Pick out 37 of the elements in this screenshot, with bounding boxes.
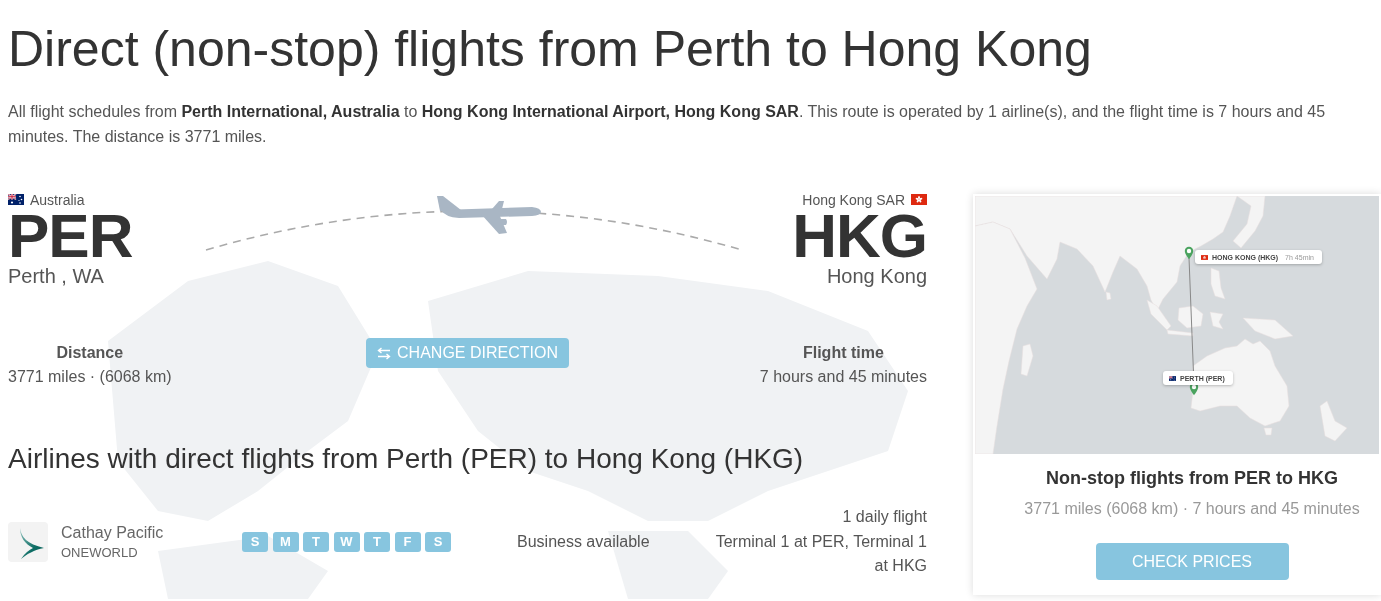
weekday-badge: T bbox=[303, 531, 329, 552]
country-name: Australia bbox=[30, 191, 85, 208]
stat-label: Distance bbox=[56, 343, 124, 363]
weekday-badge: S bbox=[242, 531, 268, 552]
change-direction-button[interactable]: CHANGE DIRECTION bbox=[366, 338, 569, 368]
flight-frequency: 1 daily flight bbox=[842, 507, 927, 527]
weekday-badge: S bbox=[425, 531, 451, 552]
airport-code: HKG bbox=[792, 208, 927, 264]
alliance-name: ONEWORLD bbox=[61, 543, 139, 562]
map-pin-icon[interactable] bbox=[1184, 246, 1194, 260]
cabin-info: Business available bbox=[517, 531, 650, 552]
weekday-badge: F bbox=[394, 531, 421, 552]
weekday-badge: W bbox=[333, 531, 360, 552]
flag-icon bbox=[8, 194, 24, 205]
stat-label: Flight time bbox=[802, 343, 884, 363]
airline-name: Cathay Pacific bbox=[61, 522, 164, 543]
city-name: Hong Kong bbox=[826, 264, 927, 288]
flag-icon bbox=[1201, 254, 1208, 260]
flag-icon bbox=[1169, 375, 1176, 381]
country-name: Hong Kong SAR bbox=[802, 191, 905, 208]
card-subtitle: 3771 miles (6068 km) · 7 hours and 45 minutes bbox=[1024, 499, 1360, 519]
weekday-badge: T bbox=[364, 531, 390, 552]
flag-icon bbox=[911, 194, 927, 205]
airport-code: PER bbox=[8, 208, 133, 264]
intro-paragraph: All flight schedules from Perth International, Australia to Hong Kong International Airport, Hong Kong SAR. This route is operated by 1 airline(s), and the flight time is 7 hours and 45 minutes. The distance is 3771 miles. bbox=[8, 102, 1327, 147]
stat-value: 3771 miles · (6068 km) bbox=[8, 367, 172, 387]
city-name: Perth , WA bbox=[8, 264, 104, 288]
section-heading: Airlines with direct flights from Perth (PER) to Hong Kong (HKG) bbox=[8, 443, 805, 475]
stat-value: 7 hours and 45 minutes bbox=[759, 367, 927, 387]
airplane-icon bbox=[437, 193, 543, 235]
terminal-info: Terminal 1 at PER, Terminal 1 at HKG bbox=[714, 531, 927, 576]
page-title: Direct (non-stop) flights from Perth to Hong Kong bbox=[8, 20, 1093, 78]
airline-logo-icon bbox=[8, 521, 48, 562]
check-prices-button[interactable]: CHECK PRICES bbox=[1095, 543, 1289, 580]
swap-arrows-icon bbox=[377, 346, 392, 360]
weekday-badge: M bbox=[272, 531, 299, 552]
card-title: Non-stop flights from PER to HKG bbox=[1046, 467, 1338, 490]
